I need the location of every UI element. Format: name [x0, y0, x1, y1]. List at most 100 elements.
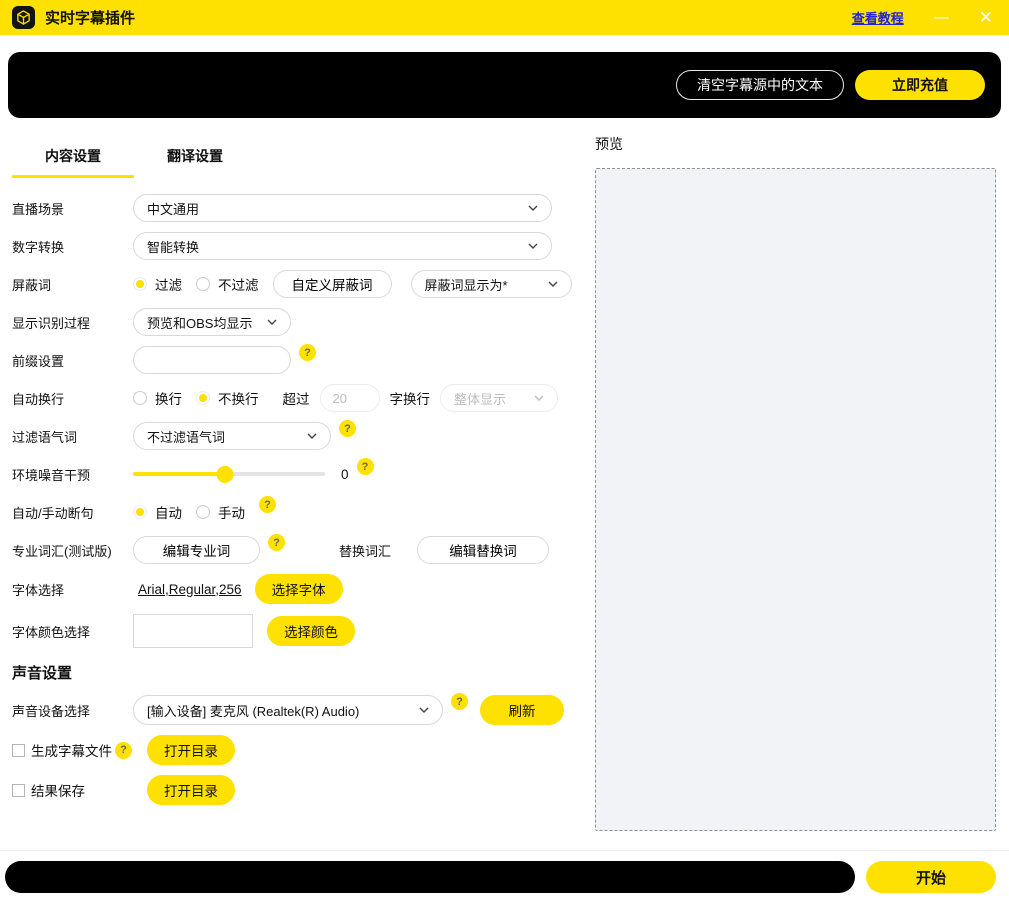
help-icon[interactable]: ? — [357, 458, 374, 475]
recognition-display-select[interactable]: 预览和OBS均显示 — [133, 308, 291, 336]
blocked-words-display-select[interactable]: 屏蔽词显示为* — [411, 270, 572, 298]
row-filler-words: 过滤语气词 不过滤语气词 ? — [12, 422, 572, 450]
font-color-label: 字体颜色选择 — [12, 622, 133, 641]
exceed-chars-input[interactable] — [333, 391, 367, 406]
row-prefix: 前缀设置 ? — [12, 346, 572, 374]
select-font-button[interactable]: 选择字体 — [255, 574, 343, 604]
preview-box — [595, 168, 996, 831]
row-blocked-words: 屏蔽词 过滤 不过滤 自定义屏蔽词 屏蔽词显示为* — [12, 270, 572, 298]
chevron-down-icon — [419, 707, 429, 713]
blocked-words-label: 屏蔽词 — [12, 275, 133, 294]
recognition-display-label: 显示识别过程 — [12, 313, 133, 332]
tab-content-settings[interactable]: 内容设置 — [12, 138, 134, 178]
row-sound-device: 声音设备选择 [输入设备] 麦克风 (Realtek(R) Audio) ? 刷… — [12, 695, 572, 725]
refresh-device-button[interactable]: 刷新 — [480, 695, 564, 725]
open-subtitle-dir-button[interactable]: 打开目录 — [147, 735, 235, 765]
row-result-save: 结果保存 打开目录 — [12, 775, 572, 805]
open-result-dir-button[interactable]: 打开目录 — [147, 775, 235, 805]
slider-thumb[interactable] — [217, 466, 234, 483]
sound-settings-header: 声音设置 — [12, 662, 572, 683]
minimize-button[interactable]: — — [934, 10, 949, 25]
filler-words-label: 过滤语气词 — [12, 427, 133, 446]
row-auto-wrap: 自动换行 换行 不换行 超过 字换行 整体显示 — [12, 384, 572, 412]
custom-blocked-words-button[interactable]: 自定义屏蔽词 — [273, 270, 392, 298]
close-button[interactable]: ✕ — [979, 9, 993, 26]
live-scene-select[interactable]: 中文通用 — [133, 194, 552, 222]
chevron-down-icon — [528, 205, 538, 211]
help-icon[interactable]: ? — [339, 420, 356, 437]
radio-filter-dot[interactable] — [133, 277, 147, 291]
wrap-display-mode-select[interactable]: 整体显示 — [440, 384, 558, 412]
edit-pro-vocab-button[interactable]: 编辑专业词 — [133, 536, 260, 564]
radio-auto-break[interactable]: 自动 — [133, 502, 182, 522]
prefix-input[interactable] — [146, 353, 278, 368]
row-font-color: 字体颜色选择 选择颜色 — [12, 614, 572, 648]
settings-form: 直播场景 中文通用 数字转换 智能转换 — [12, 194, 572, 805]
chevron-down-icon — [528, 243, 538, 249]
radio-manual-break[interactable]: 手动 — [196, 502, 245, 522]
result-save-checkbox[interactable] — [12, 784, 25, 797]
font-color-input[interactable] — [133, 614, 253, 648]
sentence-break-label: 自动/手动断句 — [12, 503, 133, 522]
chevron-down-icon — [267, 319, 277, 325]
main-content: 内容设置 翻译设置 直播场景 中文通用 数字转换 智能转换 — [0, 118, 1009, 831]
recharge-button[interactable]: 立即充值 — [855, 70, 985, 100]
filler-words-select[interactable]: 不过滤语气词 — [133, 422, 331, 450]
sound-device-select[interactable]: [输入设备] 麦克风 (Realtek(R) Audio) — [133, 695, 443, 725]
radio-wrap[interactable]: 换行 — [133, 388, 182, 408]
radio-no-filter-dot[interactable] — [196, 277, 210, 291]
subtitle-output-bar — [5, 861, 855, 893]
radio-wrap-dot[interactable] — [133, 391, 147, 405]
radio-auto-break-dot[interactable] — [133, 505, 147, 519]
row-subtitle-file: 生成字幕文件 ? 打开目录 — [12, 735, 572, 765]
tab-translate-settings[interactable]: 翻译设置 — [134, 138, 256, 178]
preview-panel: 预览 — [572, 118, 996, 831]
start-button[interactable]: 开始 — [866, 861, 996, 893]
help-icon[interactable]: ? — [299, 344, 316, 361]
row-pro-vocab: 专业词汇(测试版) 编辑专业词 ? 替换词汇 编辑替换词 — [12, 536, 572, 564]
help-icon[interactable]: ? — [268, 534, 285, 551]
font-label: 字体选择 — [12, 580, 133, 599]
help-icon[interactable]: ? — [259, 496, 276, 513]
prefix-input-wrap — [133, 346, 291, 374]
subtitle-file-checkbox[interactable] — [12, 744, 25, 757]
titlebar: 实时字幕插件 查看教程 — ✕ — [0, 0, 1009, 35]
row-recognition-display: 显示识别过程 预览和OBS均显示 — [12, 308, 572, 336]
radio-no-filter[interactable]: 不过滤 — [196, 274, 259, 294]
radio-no-wrap-dot[interactable] — [196, 391, 210, 405]
number-convert-label: 数字转换 — [12, 237, 133, 256]
settings-panel: 内容设置 翻译设置 直播场景 中文通用 数字转换 智能转换 — [12, 118, 572, 831]
chevron-down-icon — [534, 395, 544, 401]
edit-replace-vocab-button[interactable]: 编辑替换词 — [417, 536, 549, 564]
slider-fill — [133, 472, 225, 476]
help-icon[interactable]: ? — [451, 693, 468, 710]
clear-subtitle-source-button[interactable]: 清空字幕源中的文本 — [676, 70, 844, 100]
wrap-suffix-label: 字换行 — [390, 388, 431, 408]
number-convert-select[interactable]: 智能转换 — [133, 232, 552, 260]
current-font-link[interactable]: Arial,Regular,256 — [138, 582, 242, 597]
top-banner: 清空字幕源中的文本 立即充值 — [8, 52, 1001, 118]
app-title: 实时字幕插件 — [45, 7, 135, 28]
radio-no-wrap[interactable]: 不换行 — [196, 388, 259, 408]
help-icon[interactable]: ? — [115, 742, 132, 759]
auto-wrap-label: 自动换行 — [12, 389, 133, 408]
chevron-down-icon — [307, 433, 317, 439]
select-color-button[interactable]: 选择颜色 — [267, 616, 355, 646]
result-save-check-group: 结果保存 — [12, 780, 135, 800]
footer: 开始 — [0, 850, 1009, 903]
radio-manual-break-dot[interactable] — [196, 505, 210, 519]
row-font: 字体选择 Arial,Regular,256 选择字体 — [12, 574, 572, 604]
prefix-label: 前缀设置 — [12, 351, 133, 370]
exceed-label: 超过 — [283, 388, 310, 408]
radio-filter[interactable]: 过滤 — [133, 274, 182, 294]
noise-slider[interactable] — [133, 466, 325, 483]
view-tutorial-link[interactable]: 查看教程 — [852, 8, 904, 27]
exceed-input-wrap — [320, 384, 380, 412]
chevron-down-icon — [548, 281, 558, 287]
row-number-convert: 数字转换 智能转换 — [12, 232, 572, 260]
noise-value: 0 — [341, 467, 349, 482]
replace-vocab-label: 替换词汇 — [339, 541, 391, 560]
preview-title: 预览 — [595, 134, 996, 154]
row-noise: 环境噪音干预 0 ? — [12, 460, 572, 488]
titlebar-actions: 查看教程 — ✕ — [852, 8, 993, 27]
